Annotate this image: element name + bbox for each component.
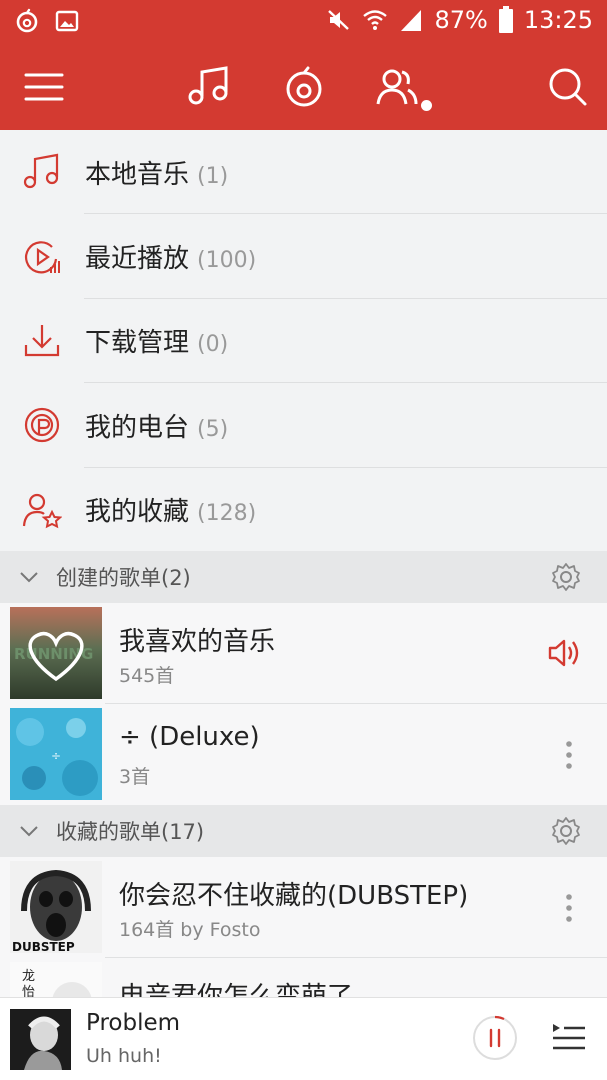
gear-icon[interactable]: [551, 562, 581, 592]
cover-text: DUBSTEP: [12, 940, 75, 953]
now-playing-speaker-icon: [548, 639, 579, 667]
menu-icon[interactable]: [21, 64, 67, 110]
recent-play-icon: [25, 240, 60, 273]
music-note-icon[interactable]: [186, 64, 232, 110]
playlist-title: 你会忍不住收藏的(DUBSTEP): [119, 881, 469, 911]
mute-icon: [328, 10, 350, 30]
menu-item-my-radio[interactable]: 我的电台 (5): [0, 383, 607, 468]
playlist-row-favorites[interactable]: RUNNING 我喜欢的音乐 545首: [0, 603, 607, 704]
menu-item-recent-play[interactable]: 最近播放 (100): [0, 214, 607, 299]
now-playing-title: Problem: [86, 1010, 181, 1036]
music-note-icon: [23, 153, 59, 189]
status-bar: 87% 13:25: [0, 0, 607, 44]
now-playing-subtitle: Uh huh!: [86, 1045, 162, 1067]
created-playlists-header[interactable]: 创建的歌单(2): [0, 551, 607, 603]
playlist-subtitle: 3首: [119, 766, 151, 788]
radio-icon: [24, 408, 60, 443]
more-vertical-icon[interactable]: [565, 740, 573, 770]
section-title: 收藏的歌单(17): [56, 820, 205, 844]
svg-text:龙: 龙: [22, 969, 35, 984]
menu-item-local-music[interactable]: 本地音乐 (1): [0, 130, 607, 215]
playlist-cover: ÷: [10, 708, 102, 800]
my-music-menu: 本地音乐 (1) 最近播放 (100) 下载管理 (0) 我的电台 (5) 我的…: [0, 130, 607, 551]
battery-icon: [498, 6, 513, 33]
signal-icon: [401, 10, 422, 31]
playlist-title: 我喜欢的音乐: [119, 627, 276, 657]
playlist-subtitle: 164首 by Fosto: [119, 919, 261, 941]
pause-button[interactable]: [471, 1014, 519, 1062]
playlist-cover: RUNNING: [10, 607, 102, 699]
collected-playlists-header[interactable]: 收藏的歌单(17): [0, 805, 607, 857]
playlist-cover: DUBSTEP: [10, 861, 102, 953]
chevron-down-icon: [20, 572, 38, 583]
download-icon: [24, 324, 60, 357]
svg-text:÷: ÷: [51, 749, 61, 763]
mini-player[interactable]: Problem Uh huh!: [0, 997, 607, 1080]
clock: 13:25: [523, 6, 593, 34]
gear-icon[interactable]: [551, 816, 581, 846]
playlist-subtitle: 545首: [119, 665, 175, 687]
chevron-down-icon: [20, 826, 38, 837]
menu-item-my-collection[interactable]: 我的收藏 (128): [0, 468, 607, 552]
gallery-icon: [55, 10, 79, 32]
search-icon[interactable]: [545, 64, 591, 110]
collect-icon: [22, 493, 62, 529]
menu-item-downloads[interactable]: 下载管理 (0): [0, 299, 607, 384]
more-vertical-icon[interactable]: [565, 893, 573, 923]
playlist-queue-icon[interactable]: [551, 1020, 587, 1056]
playlist-row-dubstep[interactable]: DUBSTEP 你会忍不住收藏的(DUBSTEP) 164首 by Fosto: [0, 857, 607, 958]
netease-logo-icon[interactable]: [281, 64, 327, 110]
app-header: [0, 44, 607, 130]
battery-percent: 87%: [434, 6, 488, 34]
friends-icon[interactable]: [374, 64, 420, 110]
notification-dot: [421, 100, 432, 111]
netease-music-icon: [16, 8, 38, 33]
section-title: 创建的歌单(2): [56, 566, 191, 590]
playlist-row-divide[interactable]: ÷ ÷ (Deluxe) 3首: [0, 704, 607, 805]
wifi-icon: [363, 10, 388, 30]
now-playing-cover: [10, 1009, 71, 1070]
playlist-title: ÷ (Deluxe): [119, 722, 260, 752]
